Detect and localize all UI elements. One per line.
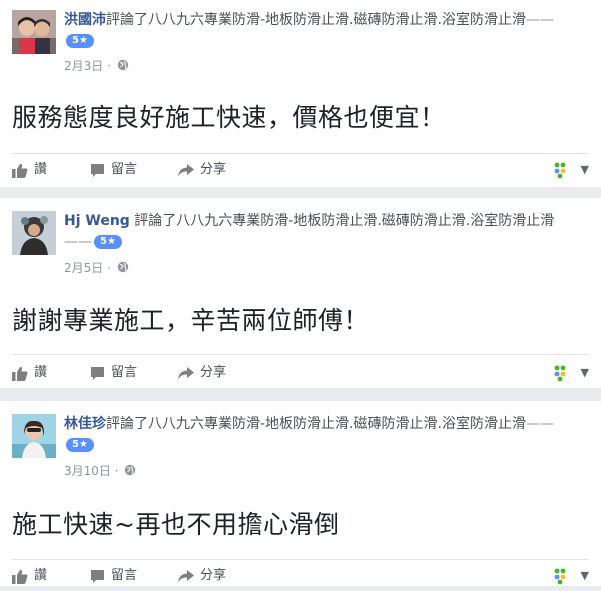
share-label: 分享 (200, 365, 227, 380)
like-button[interactable]: 讚 (12, 155, 47, 185)
like-button[interactable]: 讚 (12, 561, 47, 591)
like-label: 讚 (34, 162, 48, 177)
reactions-icon (554, 162, 565, 179)
thumbs-up-icon (12, 569, 28, 584)
post-header: 洪國沛評論了八八九六專業防滑-地板防滑止滑.磁磚防滑止滑.浴室防滑止滑—— 5★ (64, 10, 576, 52)
rating-badge: 5★ (94, 235, 122, 249)
post-header: 林佳珍評論了八八九六專業防滑-地板防滑止滑.磁磚防滑止滑.浴室防滑止滑—— 5★ (64, 414, 576, 456)
chevron-down-icon[interactable]: ▼ (581, 155, 589, 185)
review-text: 施工快速~再也不用擔心滑倒 (12, 510, 340, 539)
post-date[interactable]: 2月5日 (64, 261, 103, 275)
comment-icon (91, 366, 104, 380)
review-post: 洪國沛評論了八八九六專業防滑-地板防滑止滑.磁磚防滑止滑.浴室防滑止滑——5★ … (0, 0, 601, 187)
divider (12, 559, 589, 560)
post-meta: 2月5日 · (64, 260, 129, 277)
avatar[interactable] (12, 211, 56, 255)
review-action-text[interactable]: 評論了八八九六專業防滑-地板防滑止滑.磁磚防滑止滑.浴室防滑止滑 (106, 416, 526, 432)
review-text: 服務態度良好施工快速，價格也便宜！ (12, 103, 446, 132)
review-text: 謝謝專業施工，辛苦兩位師傅！ (12, 306, 370, 335)
globe-icon[interactable] (124, 464, 136, 480)
chevron-down-icon[interactable]: ▼ (581, 561, 589, 591)
comment-icon (91, 569, 104, 583)
like-button[interactable]: 讚 (12, 358, 47, 388)
divider (12, 354, 589, 355)
review-post: Hj Weng 評論了八八九六專業防滑-地板防滑止滑.磁磚防滑止滑.浴室防滑止滑… (0, 198, 601, 388)
globe-icon[interactable] (117, 59, 129, 75)
share-button[interactable]: 分享 (178, 155, 226, 185)
meta-separator: · (107, 261, 111, 275)
thumbs-up-icon (12, 366, 28, 381)
reactions-icon (554, 365, 565, 382)
author-name[interactable]: 林佳珍 (64, 416, 106, 432)
share-label: 分享 (200, 162, 227, 177)
author-name[interactable]: Hj Weng (64, 213, 130, 229)
meta-separator: · (107, 59, 111, 73)
comment-button[interactable]: 留言 (90, 561, 137, 591)
action-bar: 讚 留言 分享 ▼ (12, 155, 589, 185)
rating-badge: 5★ (66, 34, 94, 48)
reactions-selector[interactable]: ▼ (553, 155, 589, 185)
share-arrow-icon (178, 367, 194, 380)
post-header: Hj Weng 評論了八八九六專業防滑-地板防滑止滑.磁磚防滑止滑.浴室防滑止滑… (64, 211, 576, 253)
share-button[interactable]: 分享 (178, 358, 226, 388)
comment-button[interactable]: 留言 (90, 155, 137, 185)
post-date[interactable]: 2月3日 (64, 59, 103, 73)
separator-line: —— (64, 234, 92, 250)
meta-separator: · (114, 464, 119, 478)
comment-label: 留言 (111, 162, 138, 177)
share-arrow-icon (178, 164, 194, 177)
review-action-text[interactable]: 評論了八八九六專業防滑-地板防滑止滑.磁磚防滑止滑.浴室防滑止滑 (106, 12, 526, 28)
like-label: 讚 (34, 365, 48, 380)
share-label: 分享 (200, 568, 227, 583)
comment-icon (91, 163, 104, 177)
reactions-icon (554, 568, 565, 585)
like-label: 讚 (34, 568, 48, 583)
action-bar: 讚 留言 分享 ▼ (12, 358, 589, 388)
avatar[interactable] (12, 10, 56, 54)
share-arrow-icon (178, 570, 194, 583)
comment-label: 留言 (111, 568, 138, 583)
review-action-text[interactable]: 評論了八八九六專業防滑-地板防滑止滑.磁磚防滑止滑.浴室防滑止滑 (134, 213, 554, 229)
comment-button[interactable]: 留言 (90, 358, 137, 388)
reactions-selector[interactable]: ▼ (553, 561, 589, 591)
share-button[interactable]: 分享 (178, 561, 226, 591)
separator-line: —— (525, 416, 554, 432)
chevron-down-icon[interactable]: ▼ (581, 358, 589, 388)
separator-line: —— (525, 12, 554, 28)
author-name[interactable]: 洪國沛 (64, 12, 106, 28)
comment-label: 留言 (111, 365, 138, 380)
post-date[interactable]: 3月10日 (64, 464, 111, 478)
rating-badge: 5★ (66, 438, 94, 452)
post-meta: 2月3日 · (64, 58, 129, 75)
divider (12, 153, 589, 154)
post-meta: 3月10日 · (64, 463, 136, 480)
avatar[interactable] (12, 414, 56, 458)
reactions-selector[interactable]: ▼ (553, 358, 589, 388)
thumbs-up-icon (12, 163, 28, 178)
action-bar: 讚 留言 分享 ▼ (12, 561, 589, 591)
review-post: 林佳珍評論了八八九六專業防滑-地板防滑止滑.磁磚防滑止滑.浴室防滑止滑——5★ … (0, 401, 601, 586)
globe-icon[interactable] (117, 261, 129, 277)
